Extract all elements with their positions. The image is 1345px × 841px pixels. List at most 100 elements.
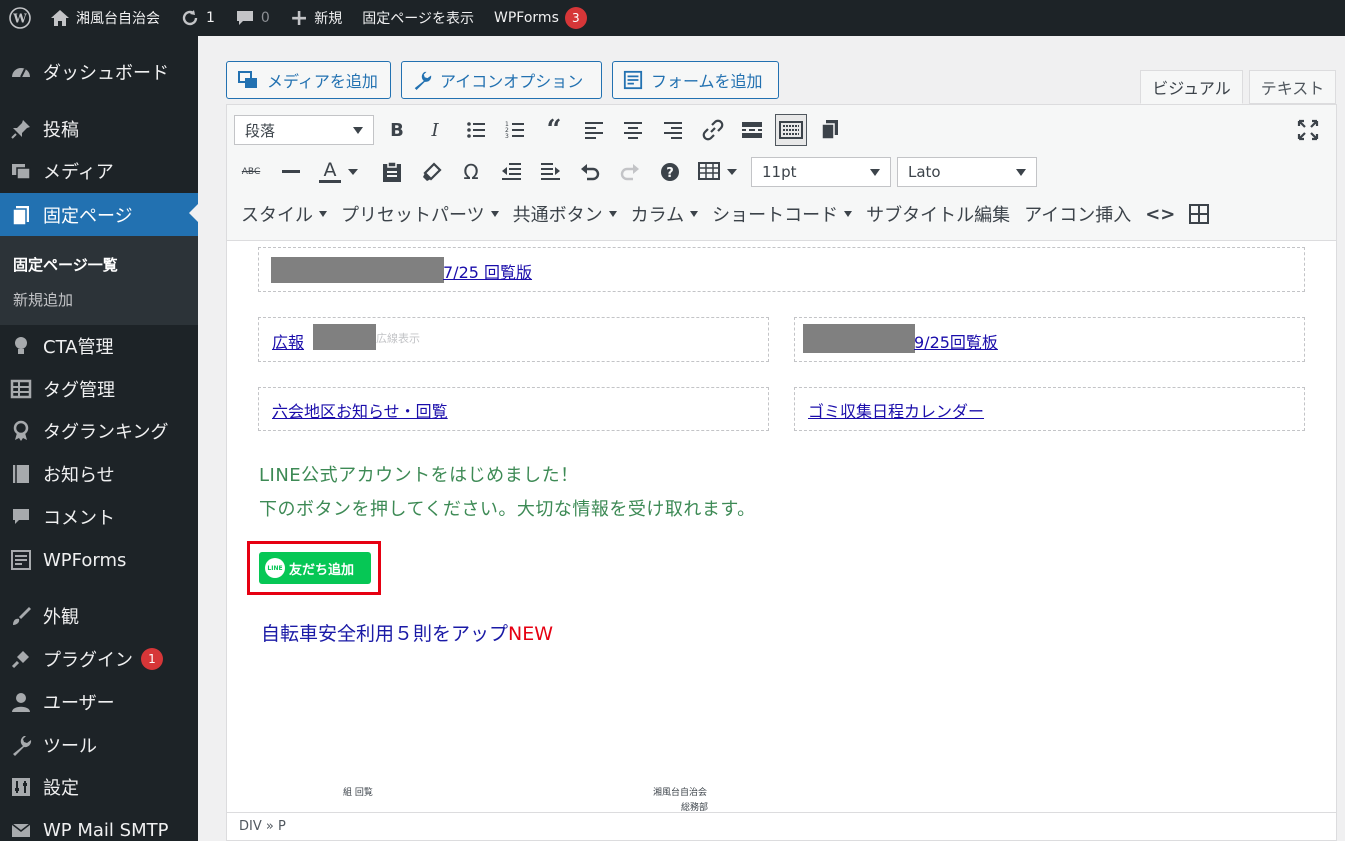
icon-options-button[interactable]: アイコンオプション [401, 61, 602, 99]
preset-parts-menu[interactable]: プリセットパーツ [341, 201, 499, 227]
table-icon[interactable] [695, 158, 723, 186]
strikethrough-icon[interactable]: ABC [237, 158, 265, 186]
garbage-calendar-link[interactable]: ゴミ収集日程カレンダー [808, 398, 984, 422]
mutsuai-notice-link[interactable]: 六会地区お知らせ・回覧 [272, 398, 448, 422]
public-relations-link[interactable]: 広報 [272, 329, 304, 353]
view-page-link[interactable]: 固定ページを表示 [352, 0, 484, 36]
mail-icon [9, 818, 33, 841]
updates-link[interactable]: 1 [170, 0, 225, 36]
column-menu[interactable]: カラム [631, 201, 699, 227]
tab-text[interactable]: テキスト [1249, 70, 1336, 104]
sidebar-label: ダッシュボード [43, 63, 169, 84]
line-button-selection-frame: LINE 友だち追加 [247, 541, 381, 595]
sidebar-item-comments[interactable]: コメント [0, 497, 198, 537]
redo-icon[interactable] [616, 158, 644, 186]
site-name-link[interactable]: 湘風台自治会 [40, 0, 170, 36]
icon-insert-button[interactable]: アイコン挿入 [1024, 201, 1131, 227]
insert-table-icon[interactable] [1189, 201, 1210, 227]
align-right-icon[interactable] [659, 116, 687, 144]
sidebar-subitem-pages-list[interactable]: 固定ページ一覧 [13, 254, 118, 275]
sidebar-label: コメント [43, 508, 115, 529]
common-button-menu[interactable]: 共通ボタン [513, 201, 617, 227]
copy-icon[interactable] [816, 116, 844, 144]
sidebar-label: ツール [43, 736, 97, 757]
add-form-button[interactable]: フォームを追加 [612, 61, 779, 99]
circular-link-2[interactable]: 9/25回覧板 [914, 329, 998, 353]
media-icon [9, 159, 33, 183]
element-path[interactable]: DIV » P [239, 819, 286, 834]
bicycle-safety-text: 自転車安全利用５則をアップNEW [261, 619, 553, 646]
wpforms-link[interactable]: WPForms 3 [484, 0, 597, 36]
table-dropdown[interactable] [723, 158, 741, 186]
line-add-friend-button[interactable]: LINE 友だち追加 [259, 552, 371, 584]
clear-formatting-icon[interactable] [418, 158, 446, 186]
italic-icon[interactable]: I [421, 116, 449, 144]
wordpress-logo-icon[interactable]: W [0, 0, 40, 36]
line-add-friend-label: 友だち追加 [289, 562, 355, 578]
sidebar-item-tag-ranking[interactable]: タグランキング [0, 411, 198, 451]
sidebar-label: 投稿 [43, 120, 79, 141]
comments-link[interactable]: 0 [225, 0, 280, 36]
toolbar-toggle-icon[interactable] [775, 114, 807, 146]
editor-content[interactable]: 7/25 回覧版 広報 広線表示 9/25回覧板 六会地区お知らせ・回覧 ゴミ収… [227, 241, 1336, 812]
sidebar-item-settings[interactable]: 設定 [0, 767, 198, 807]
sidebar-item-plugins[interactable]: プラグイン 1 [0, 639, 198, 679]
sidebar-item-pages[interactable]: 固定ページ [0, 193, 198, 236]
format-select[interactable]: 段落 [234, 115, 374, 145]
admin-bar: W 湘風台自治会 1 0 + 新規 固定ページを表示 WPForms 3 [0, 0, 1345, 36]
text-color-icon[interactable]: A [316, 158, 344, 186]
sidebar-subitem-add-new[interactable]: 新規追加 [13, 289, 73, 310]
indent-icon[interactable] [537, 158, 565, 186]
add-form-label: フォームを追加 [651, 72, 763, 91]
circular-link-1[interactable]: 7/25 回覧版 [443, 259, 532, 283]
sidebar-label: タグ管理 [43, 380, 115, 401]
help-icon[interactable]: ? [656, 158, 684, 186]
read-more-icon[interactable] [738, 116, 766, 144]
outdent-icon[interactable] [497, 158, 525, 186]
sidebar-item-media[interactable]: メディア [0, 151, 198, 191]
pin-icon [9, 117, 33, 141]
new-content-link[interactable]: + 新規 [280, 0, 352, 36]
horizontal-line-icon[interactable] [277, 158, 305, 186]
pages-submenu: 固定ページ一覧 新規追加 [0, 236, 198, 325]
sidebar-item-wpforms[interactable]: WPForms [0, 540, 198, 580]
shortcode-menu[interactable]: ショートコード [712, 201, 853, 227]
svg-text:A: A [324, 159, 337, 181]
special-character-icon[interactable]: Ω [457, 158, 485, 186]
sidebar-item-tools[interactable]: ツール [0, 725, 198, 765]
paste-text-icon[interactable] [378, 158, 406, 186]
chevron-down-icon [1016, 168, 1026, 176]
shortcode-label: ショートコード [712, 205, 839, 226]
blockquote-icon[interactable]: “ [540, 115, 568, 145]
sidebar-item-wp-mail-smtp[interactable]: WP Mail SMTP [0, 810, 198, 841]
line-intro-text-2: 下のボタンを押してください。大切な情報を受け取れます。 [259, 499, 756, 520]
font-size-select[interactable]: 11pt [751, 157, 891, 187]
style-menu[interactable]: スタイル [241, 201, 327, 227]
fullscreen-icon[interactable] [1294, 116, 1322, 144]
align-center-icon[interactable] [619, 116, 647, 144]
code-icon[interactable]: <> [1145, 201, 1175, 227]
bullet-list-icon[interactable] [462, 116, 490, 144]
bold-icon[interactable]: B [383, 116, 411, 144]
align-left-icon[interactable] [580, 116, 608, 144]
svg-text:W: W [12, 12, 27, 26]
sidebar-item-tags[interactable]: タグ管理 [0, 369, 198, 409]
sidebar-item-cta[interactable]: CTA管理 [0, 326, 198, 366]
sidebar-item-dashboard[interactable]: ダッシュボード [0, 52, 198, 92]
add-media-button[interactable]: メディアを追加 [226, 61, 391, 99]
text-color-dropdown[interactable] [344, 158, 362, 186]
sidebar-label: 設定 [43, 778, 79, 799]
bicycle-safety-label: 自転車安全利用５則をアップ [261, 623, 509, 645]
subtitle-edit-button[interactable]: サブタイトル編集 [866, 201, 1010, 227]
sidebar-item-news[interactable]: お知らせ [0, 454, 198, 494]
link-box-1: 7/25 回覧版 [258, 247, 1305, 292]
link-icon[interactable] [699, 116, 727, 144]
sidebar-item-users[interactable]: ユーザー [0, 682, 198, 722]
redacted-block [313, 324, 376, 350]
font-family-select[interactable]: Lato [897, 157, 1037, 187]
undo-icon[interactable] [576, 158, 604, 186]
sidebar-item-posts[interactable]: 投稿 [0, 109, 198, 149]
sidebar-item-appearance[interactable]: 外観 [0, 596, 198, 636]
tab-visual[interactable]: ビジュアル [1140, 70, 1243, 104]
numbered-list-icon[interactable]: 123 [501, 116, 529, 144]
